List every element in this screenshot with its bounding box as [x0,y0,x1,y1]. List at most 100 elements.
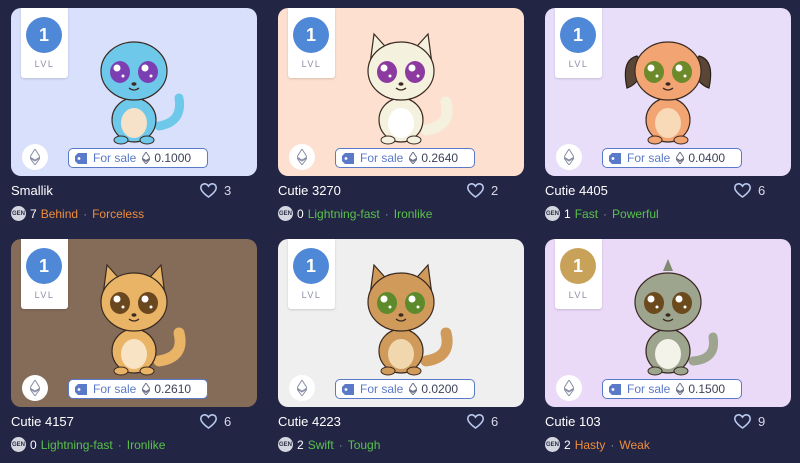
separator-dot: · [610,437,615,452]
cutie-name[interactable]: Cutie 3270 [278,183,341,198]
generation-number: 0 [297,206,304,221]
cutie-traits: GEN 2 Hasty · Weak [545,437,650,452]
heart-icon [200,414,217,429]
cutie-card[interactable]: 1 LVL For sale 0.0200 [278,239,524,407]
cutie-listing: 1 LVL For sale 0.2640 Cutie 3270 2 GEN 0… [278,8,524,239]
for-sale-label: For sale [360,382,404,396]
like-count: 2 [491,183,499,198]
price-tag-icon [75,152,87,164]
level-number: 1 [26,17,62,53]
like-count: 3 [224,183,232,198]
price-tag-icon [342,383,354,395]
sale-price: 0.2640 [421,151,459,165]
price-tag-icon [75,383,87,395]
generation-number: 7 [30,206,37,221]
separator-dot: · [603,206,608,221]
cutie-listing: 1 LVL For sale 0.1500 Cutie 103 9 GEN 2 … [545,239,791,463]
generation-number: 0 [30,437,37,452]
separator-dot: · [117,437,122,452]
cutie-card[interactable]: 1 LVL For sale 0.2640 [278,8,524,176]
heart-icon [734,183,751,198]
cutie-name[interactable]: Cutie 4223 [278,414,341,429]
ethereum-icon [289,144,315,170]
likes[interactable]: 9 [734,414,765,429]
trait-speed: Lightning-fast [40,437,113,452]
cutie-card[interactable]: 1 LVL For sale 0.2610 [11,239,257,407]
generation-icon: GEN [278,437,293,452]
level-label: LVL [301,290,322,300]
cutie-name[interactable]: Smallik [11,183,53,198]
level-badge: 1 LVL [555,239,602,309]
ethereum-icon [142,383,151,395]
for-sale-tag[interactable]: For sale 0.0400 [602,148,742,168]
for-sale-tag[interactable]: For sale 0.2610 [68,379,208,399]
trait-strength: Tough [347,437,381,452]
for-sale-label: For sale [627,151,671,165]
heart-icon [200,183,217,198]
ethereum-icon [22,144,48,170]
trait-strength: Ironlike [126,437,166,452]
heart-icon [467,183,484,198]
cutie-card[interactable]: 1 LVL For sale 0.1000 [11,8,257,176]
cutie-name[interactable]: Cutie 4405 [545,183,608,198]
for-sale-label: For sale [93,151,137,165]
cutie-traits: GEN 7 Behind · Forceless [11,206,144,221]
ethereum-icon [556,144,582,170]
ethereum-icon [289,375,315,401]
generation-icon: GEN [11,206,26,221]
sale-price: 0.0400 [688,151,726,165]
ethereum-icon [676,383,685,395]
cutie-traits: GEN 0 Lightning-fast · Ironlike [278,206,432,221]
for-sale-tag[interactable]: For sale 0.1500 [602,379,742,399]
likes[interactable]: 2 [467,183,498,198]
level-badge: 1 LVL [21,8,68,78]
generation-icon: GEN [545,206,560,221]
trait-strength: Forceless [92,206,145,221]
generation-icon: GEN [11,437,26,452]
likes[interactable]: 6 [734,183,765,198]
generation-icon: GEN [278,206,293,221]
level-badge: 1 LVL [555,8,602,78]
generation-number: 2 [564,437,571,452]
cutie-avatar [100,41,185,145]
level-badge: 1 LVL [288,239,335,309]
trait-strength: Weak [619,437,650,452]
trait-speed: Lightning-fast [307,206,380,221]
level-label: LVL [34,290,55,300]
likes[interactable]: 6 [467,414,498,429]
sale-price: 0.1000 [154,151,192,165]
cutie-avatar [624,41,712,145]
level-label: LVL [568,59,589,69]
price-tag-icon [609,152,621,164]
cutie-avatar [367,32,453,145]
trait-strength: Powerful [612,206,659,221]
likes[interactable]: 6 [200,414,231,429]
sale-price: 0.0200 [421,382,459,396]
for-sale-tag[interactable]: For sale 0.2640 [335,148,475,168]
cutie-avatar [100,263,186,376]
sale-price: 0.1500 [688,382,726,396]
cutie-name[interactable]: Cutie 4157 [11,414,74,429]
cutie-listing: 1 LVL For sale 0.2610 Cutie 4157 6 GEN 0… [11,239,257,463]
ethereum-icon [409,152,418,164]
level-label: LVL [568,290,589,300]
cutie-card[interactable]: 1 LVL For sale 0.0400 [545,8,791,176]
cutie-name[interactable]: Cutie 103 [545,414,601,429]
separator-dot: · [83,206,88,221]
ethereum-icon [22,375,48,401]
level-badge: 1 LVL [288,8,335,78]
like-count: 6 [224,414,232,429]
for-sale-tag[interactable]: For sale 0.1000 [68,148,208,168]
cutie-listing: 1 LVL For sale 0.1000 Smallik 3 GEN 7 Be… [11,8,257,239]
level-number: 1 [560,17,596,53]
ethereum-icon [409,383,418,395]
generation-icon: GEN [545,437,560,452]
for-sale-tag[interactable]: For sale 0.0200 [335,379,475,399]
cutie-card[interactable]: 1 LVL For sale 0.1500 [545,239,791,407]
trait-strength: Ironlike [393,206,433,221]
cutie-listing: 1 LVL For sale 0.0200 Cutie 4223 6 GEN 2… [278,239,524,463]
trait-speed: Swift [307,437,334,452]
ethereum-icon [142,152,151,164]
likes[interactable]: 3 [200,183,231,198]
trait-speed: Fast [574,206,599,221]
